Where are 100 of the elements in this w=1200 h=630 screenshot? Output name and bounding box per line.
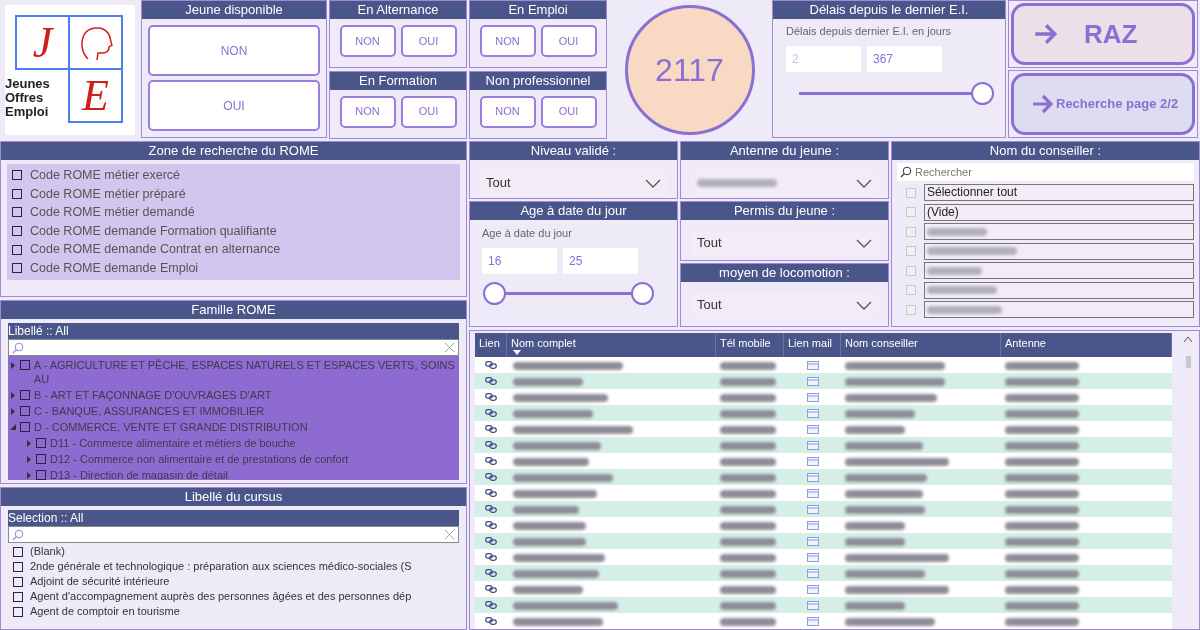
tree-item[interactable]: B - ART ET FAÇONNAGE D'OUVRAGES D'ART [34,388,272,402]
mail-icon[interactable] [806,360,819,370]
tree-item[interactable]: C - BANQUE, ASSURANCES ET IMMOBILIER [34,404,265,418]
checkbox[interactable] [36,454,46,464]
checkbox[interactable] [36,438,46,448]
tree-item[interactable]: D11 - Commerce alimentaire et métiers de bouche [50,436,296,450]
slider-thumb[interactable] [971,81,994,105]
checkbox[interactable] [36,470,46,480]
search-field[interactable] [8,339,459,356]
list-item[interactable]: Adjoint de sécurité intérieure [30,573,170,590]
caret-right-icon[interactable] [11,392,15,399]
mail-icon[interactable] [806,408,819,418]
toggle-button[interactable]: OUI [540,95,597,128]
list-item[interactable]: (Blank) [30,543,65,560]
link-icon[interactable] [485,553,497,561]
caret-right-icon[interactable] [27,440,31,447]
scrollbar[interactable] [1177,331,1199,629]
list-item[interactable] [924,301,1194,319]
option-label[interactable]: Code ROME demande Contrat en alternance [30,240,281,260]
list-item[interactable] [924,281,1194,299]
sort-icon[interactable] [513,350,521,355]
dropdown[interactable]: Tout [691,230,878,256]
checkbox[interactable] [12,170,22,181]
link-icon[interactable] [485,585,497,593]
scroll-thumb[interactable] [1185,356,1191,368]
toggle-button[interactable]: NON [339,95,396,128]
link-icon[interactable] [485,457,497,465]
slider[interactable] [483,281,654,305]
caret-right-icon[interactable] [10,362,15,369]
action-button[interactable]: Recherche page 2/2 [1011,73,1195,135]
dropdown[interactable]: Tout [480,170,667,196]
search-field[interactable]: Rechercher [897,163,1194,181]
link-icon[interactable] [485,601,497,609]
mail-icon[interactable] [806,424,819,434]
tree-item[interactable]: A - AGRICULTURE ET PÊCHE, ESPACES NATURELS ET ESPACES VERTS, SOINS AU [33,358,459,386]
option-label[interactable]: Code ROME demande Emploi [30,258,199,278]
caret-up-icon[interactable] [1184,337,1192,342]
checkbox[interactable] [13,606,23,617]
toggle-button[interactable]: OUI [148,80,320,131]
link-icon[interactable] [485,361,497,369]
link-icon[interactable] [485,569,497,577]
mail-icon[interactable] [806,376,819,386]
mail-icon[interactable] [806,600,819,610]
close-icon[interactable] [444,529,455,540]
toggle-button[interactable]: OUI [400,95,457,128]
list-item[interactable] [924,262,1194,280]
link-icon[interactable] [485,521,497,529]
checkbox[interactable] [13,576,23,587]
tree-item[interactable]: D12 - Commerce non alimentaire et de prestations de confort [50,452,349,466]
search-field[interactable] [8,526,459,543]
toggle-button[interactable]: OUI [540,25,597,57]
min-input[interactable]: 16 [482,247,557,274]
link-icon[interactable] [485,409,497,417]
mail-icon[interactable] [806,392,819,402]
caret-down-icon[interactable] [10,424,16,430]
toggle-button[interactable]: NON [479,95,536,128]
checkbox[interactable] [19,360,30,370]
toggle-button[interactable]: NON [148,25,320,76]
max-input[interactable]: 367 [867,45,942,72]
slider-thumb[interactable] [483,281,506,305]
link-icon[interactable] [485,505,497,513]
list-item[interactable]: (Vide) [924,203,1194,221]
action-button[interactable]: RAZ [1011,3,1195,65]
option-label[interactable]: Code ROME métier préparé [30,184,186,204]
link-icon[interactable] [485,617,497,625]
caret-right-icon[interactable] [27,456,31,463]
list-item[interactable]: Sélectionner tout [924,184,1194,202]
max-input[interactable]: 25 [563,247,638,274]
list-item[interactable] [924,242,1194,260]
checkbox[interactable] [12,207,22,218]
list-item[interactable]: 2nde générale et technologique : préparation aux sciences médico-sociales (S [30,558,412,575]
list-item[interactable]: Agent de comptoir en tourisme [30,603,180,620]
mail-icon[interactable] [806,472,819,482]
link-icon[interactable] [485,473,497,481]
checkbox[interactable] [20,406,30,416]
link-icon[interactable] [485,393,497,401]
checkbox[interactable] [13,546,23,557]
toggle-button[interactable]: OUI [400,25,457,57]
mail-icon[interactable] [806,536,819,546]
tree-item[interactable]: D - COMMERCE, VENTE ET GRANDE DISTRIBUTION [34,420,308,434]
link-icon[interactable] [485,441,497,449]
mail-icon[interactable] [806,616,819,626]
mail-icon[interactable] [806,440,819,450]
option-label[interactable]: Code ROME métier exercé [30,165,181,185]
mail-icon[interactable] [806,504,819,514]
min-input[interactable]: 2 [786,45,861,72]
checkbox[interactable] [13,561,23,572]
option-label[interactable]: Code ROME métier demandé [30,203,195,222]
link-icon[interactable] [485,425,497,433]
caret-right-icon[interactable] [11,408,15,415]
link-icon[interactable] [485,377,497,385]
toggle-button[interactable]: NON [339,25,396,57]
dropdown[interactable]: Tout [691,292,878,318]
mail-icon[interactable] [806,488,819,498]
mail-icon[interactable] [806,552,819,562]
caret-right-icon[interactable] [27,472,31,479]
mail-icon[interactable] [806,456,819,466]
link-icon[interactable] [485,537,497,545]
list-item[interactable] [924,223,1194,241]
slider-thumb[interactable] [631,281,654,305]
